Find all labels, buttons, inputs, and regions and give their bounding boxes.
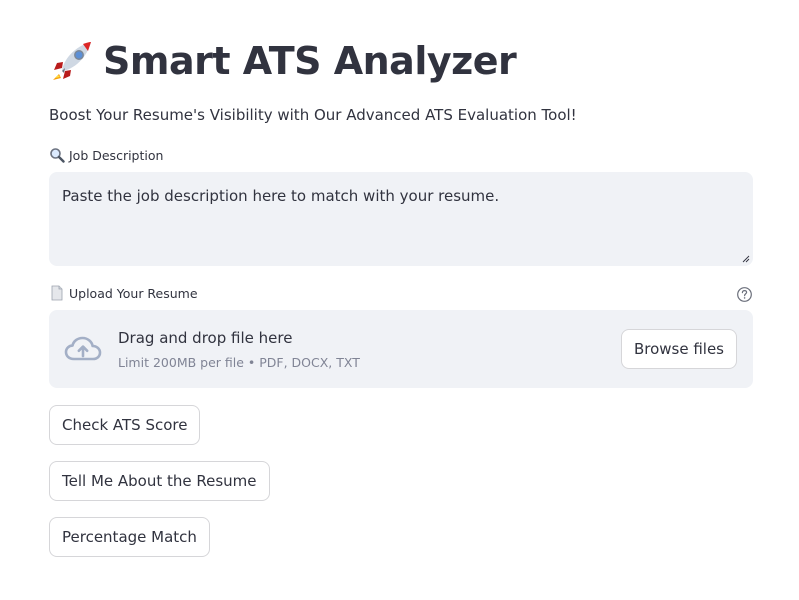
upload-resume-label-text: Upload Your Resume	[69, 285, 198, 301]
page-title: Smart ATS Analyzer	[103, 39, 517, 83]
job-description-placeholder: Paste the job description here to match …	[62, 187, 500, 205]
resize-grip-icon[interactable]	[742, 255, 750, 263]
browse-files-button[interactable]: Browse files	[620, 329, 737, 369]
percentage-match-button[interactable]: Percentage Match	[49, 517, 210, 557]
dropzone-instructions: Drag and drop file here	[118, 329, 293, 347]
cloud-upload-icon	[64, 336, 102, 361]
app-page: Smart ATS Analyzer Boost Your Resume's V…	[0, 0, 799, 600]
document-icon	[51, 285, 63, 301]
page-tagline: Boost Your Resume's Visibility with Our …	[49, 106, 577, 124]
dropzone-limit-text: Limit 200MB per file • PDF, DOCX, TXT	[118, 355, 360, 370]
job-description-label-text: Job Description	[69, 147, 164, 163]
tell-me-about-resume-button[interactable]: Tell Me About the Resume	[49, 461, 270, 501]
job-description-textarea[interactable]: Paste the job description here to match …	[49, 172, 753, 266]
file-dropzone[interactable]: Drag and drop file here Limit 200MB per …	[49, 310, 753, 388]
job-description-label: Job Description	[49, 147, 163, 163]
question-circle-icon[interactable]	[736, 286, 753, 303]
rocket-icon	[53, 42, 91, 80]
magnifying-glass-icon	[50, 148, 65, 163]
upload-resume-label: Upload Your Resume	[49, 285, 198, 301]
check-ats-score-button[interactable]: Check ATS Score	[49, 405, 201, 445]
title-row: Smart ATS Analyzer	[49, 36, 517, 86]
